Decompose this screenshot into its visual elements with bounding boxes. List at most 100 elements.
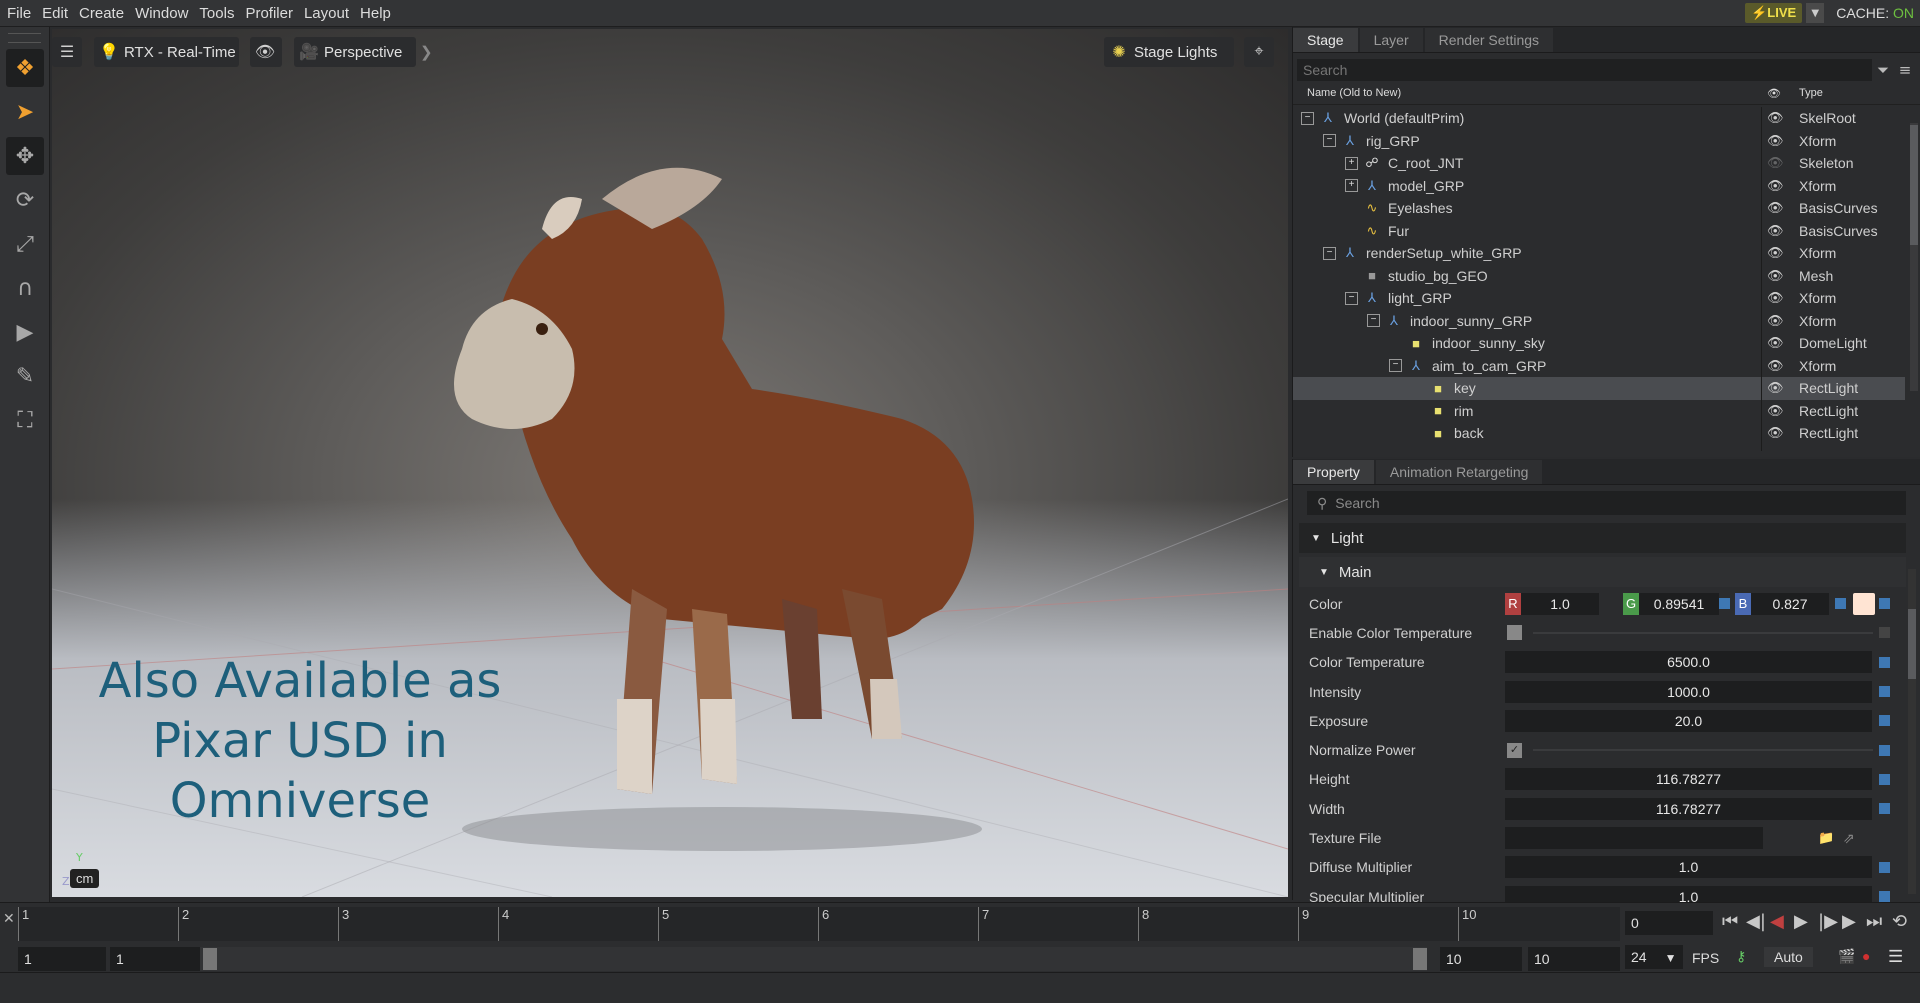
- tree-row[interactable]: − ⅄ light_GRP 👁 Xform: [1293, 287, 1905, 310]
- tree-row[interactable]: + ☍ C_root_JNT 👁 Skeleton: [1293, 152, 1905, 175]
- column-separator[interactable]: [1761, 107, 1762, 451]
- visibility-eye-icon[interactable]: 👁: [1767, 380, 1784, 396]
- play-icon[interactable]: ▶: [1794, 911, 1808, 932]
- physics-tool-button[interactable]: ⛶: [6, 401, 44, 439]
- keyframe-marker[interactable]: [1879, 861, 1890, 873]
- options-menu-icon[interactable]: ≡: [1894, 61, 1916, 79]
- loop-icon[interactable]: ⟲: [1892, 911, 1907, 932]
- visibility-eye-icon[interactable]: 👁: [1767, 313, 1784, 329]
- tree-row[interactable]: ∿ Fur 👁 BasisCurves: [1293, 220, 1905, 243]
- tree-row[interactable]: ■ indoor_sunny_sky 👁 DomeLight: [1293, 332, 1905, 355]
- live-button[interactable]: ⚡LIVE: [1745, 3, 1803, 23]
- property-value-field[interactable]: 116.78277: [1505, 797, 1872, 820]
- visibility-eye-icon[interactable]: 👁: [1767, 290, 1784, 306]
- property-value-field[interactable]: 20.0: [1505, 709, 1872, 732]
- tree-row[interactable]: − ⅄ renderSetup_white_GRP 👁 Xform: [1293, 242, 1905, 265]
- tree-row[interactable]: − ⅄ aim_to_cam_GRP 👁 Xform: [1293, 355, 1905, 378]
- collapse-icon[interactable]: −: [1345, 291, 1358, 305]
- menu-profiler[interactable]: Profiler: [241, 5, 297, 22]
- stage-search-input[interactable]: [1297, 59, 1872, 81]
- keyframe-marker[interactable]: [1879, 656, 1890, 668]
- color-swatch[interactable]: [1853, 592, 1875, 615]
- collapse-icon[interactable]: −: [1323, 246, 1336, 260]
- tab-stage[interactable]: Stage: [1293, 28, 1358, 52]
- color-g-field[interactable]: G 0.89541: [1623, 592, 1719, 615]
- collapse-icon[interactable]: −: [1389, 359, 1402, 373]
- toolbar-grip[interactable]: [8, 33, 41, 43]
- property-checkbox[interactable]: [1507, 625, 1522, 641]
- keyframe-marker[interactable]: [1879, 686, 1890, 698]
- tree-row[interactable]: − ⅄ rig_GRP 👁 Xform: [1293, 130, 1905, 153]
- tree-row[interactable]: ■ studio_bg_GEO 👁 Mesh: [1293, 265, 1905, 288]
- current-frame-field[interactable]: 0: [1625, 911, 1713, 935]
- expand-icon[interactable]: +: [1345, 156, 1358, 170]
- select-tool-button[interactable]: ➤: [6, 93, 44, 131]
- tree-row[interactable]: + ⅄ model_GRP 👁 Xform: [1293, 175, 1905, 198]
- color-r-field[interactable]: R 1.0: [1505, 592, 1599, 615]
- tree-row[interactable]: − ⅄ World (defaultPrim) 👁 SkelRoot: [1293, 107, 1905, 130]
- color-b-field[interactable]: B 0.827: [1735, 592, 1829, 615]
- close-timeline-icon[interactable]: ✕: [3, 911, 15, 927]
- renderer-dropdown[interactable]: 💡 RTX - Real-Time: [94, 37, 239, 67]
- tree-row[interactable]: ■ key 👁 RectLight: [1293, 377, 1905, 400]
- play-button-toolbar[interactable]: ▶: [6, 313, 44, 351]
- menu-help[interactable]: Help: [356, 5, 395, 22]
- stage-scrollbar[interactable]: [1910, 123, 1918, 391]
- range-end-handle[interactable]: [1413, 948, 1427, 970]
- property-value-field[interactable]: 6500.0: [1505, 651, 1872, 674]
- g-keyframe-marker[interactable]: [1719, 598, 1730, 610]
- tree-row[interactable]: ■ back 👁 RectLight: [1293, 422, 1905, 445]
- property-checkbox[interactable]: ✓: [1507, 742, 1522, 758]
- property-value-field[interactable]: 116.78277: [1505, 768, 1872, 791]
- visibility-eye-icon[interactable]: 👁: [1767, 200, 1784, 216]
- tree-row[interactable]: ■ rim 👁 RectLight: [1293, 400, 1905, 423]
- move-tool-button[interactable]: ✥: [6, 137, 44, 175]
- snap-button[interactable]: ∩: [6, 269, 44, 307]
- tab-animation-retargeting[interactable]: Animation Retargeting: [1375, 460, 1543, 484]
- visibility-eye-icon[interactable]: 👁: [1767, 403, 1784, 419]
- camera-dropdown[interactable]: 🎥 Perspective: [294, 37, 416, 67]
- menu-tools[interactable]: Tools: [195, 5, 238, 22]
- visibility-eye-icon[interactable]: 👁: [1767, 335, 1784, 351]
- b-keyframe-marker[interactable]: [1835, 598, 1846, 610]
- key-icon[interactable]: ⚷: [1736, 948, 1746, 965]
- tree-row[interactable]: − ⅄ indoor_sunny_GRP 👁 Xform: [1293, 310, 1905, 333]
- section-main[interactable]: ▼ Main: [1299, 557, 1906, 587]
- play-reverse-icon[interactable]: ◀: [1770, 911, 1784, 932]
- visibility-eye-icon[interactable]: 👁: [1767, 155, 1784, 171]
- collapse-icon[interactable]: −: [1301, 111, 1314, 125]
- open-external-icon[interactable]: ⇗: [1843, 830, 1855, 847]
- tab-render-settings[interactable]: Render Settings: [1424, 28, 1554, 52]
- keyframe-marker[interactable]: [1879, 627, 1890, 639]
- collapse-icon[interactable]: −: [1323, 134, 1336, 148]
- record-icon[interactable]: ●: [1862, 948, 1870, 964]
- end-frame-field[interactable]: 10: [1528, 947, 1620, 971]
- property-value-field[interactable]: 1000.0: [1505, 680, 1872, 703]
- timeline-menu-icon[interactable]: ☰: [1888, 947, 1903, 967]
- step-back-icon[interactable]: ◀|: [1746, 911, 1766, 932]
- keyframe-marker[interactable]: [1879, 715, 1890, 727]
- clapper-icon[interactable]: 🎬: [1838, 948, 1855, 965]
- go-to-start-icon[interactable]: ⏮: [1722, 911, 1738, 932]
- range-start-field[interactable]: 1: [110, 947, 200, 971]
- menu-create[interactable]: Create: [75, 5, 128, 22]
- color-keyframe-marker[interactable]: [1879, 598, 1890, 610]
- viewport[interactable]: ☰ 💡 RTX - Real-Time 👁 🎥 Perspective ❯ ✺ Sta…: [52, 29, 1288, 897]
- range-end-field[interactable]: 10: [1440, 947, 1522, 971]
- live-dropdown-button[interactable]: ▼: [1806, 3, 1825, 23]
- timeline-ruler[interactable]: 1 2 3 4 5 6 7 8 9 10: [18, 907, 1620, 941]
- tab-layer[interactable]: Layer: [1359, 28, 1423, 52]
- keyframe-marker[interactable]: [1879, 744, 1890, 756]
- paint-tool-button[interactable]: ✎: [6, 357, 44, 395]
- visibility-eye-icon[interactable]: 👁: [1767, 358, 1784, 374]
- keyframe-marker[interactable]: [1879, 891, 1890, 903]
- lights-dropdown[interactable]: ✺ Stage Lights: [1104, 37, 1234, 67]
- filter-icon[interactable]: ⏷: [1872, 61, 1894, 79]
- tab-property[interactable]: Property: [1293, 460, 1374, 484]
- step-forward-icon[interactable]: |▶: [1818, 911, 1838, 932]
- fps-field[interactable]: 24 ▼: [1625, 945, 1683, 969]
- visibility-eye-icon[interactable]: 👁: [1767, 110, 1784, 126]
- folder-icon[interactable]: 📁: [1818, 830, 1834, 846]
- property-search[interactable]: ⚲ Search: [1307, 491, 1906, 515]
- menu-edit[interactable]: Edit: [38, 5, 72, 22]
